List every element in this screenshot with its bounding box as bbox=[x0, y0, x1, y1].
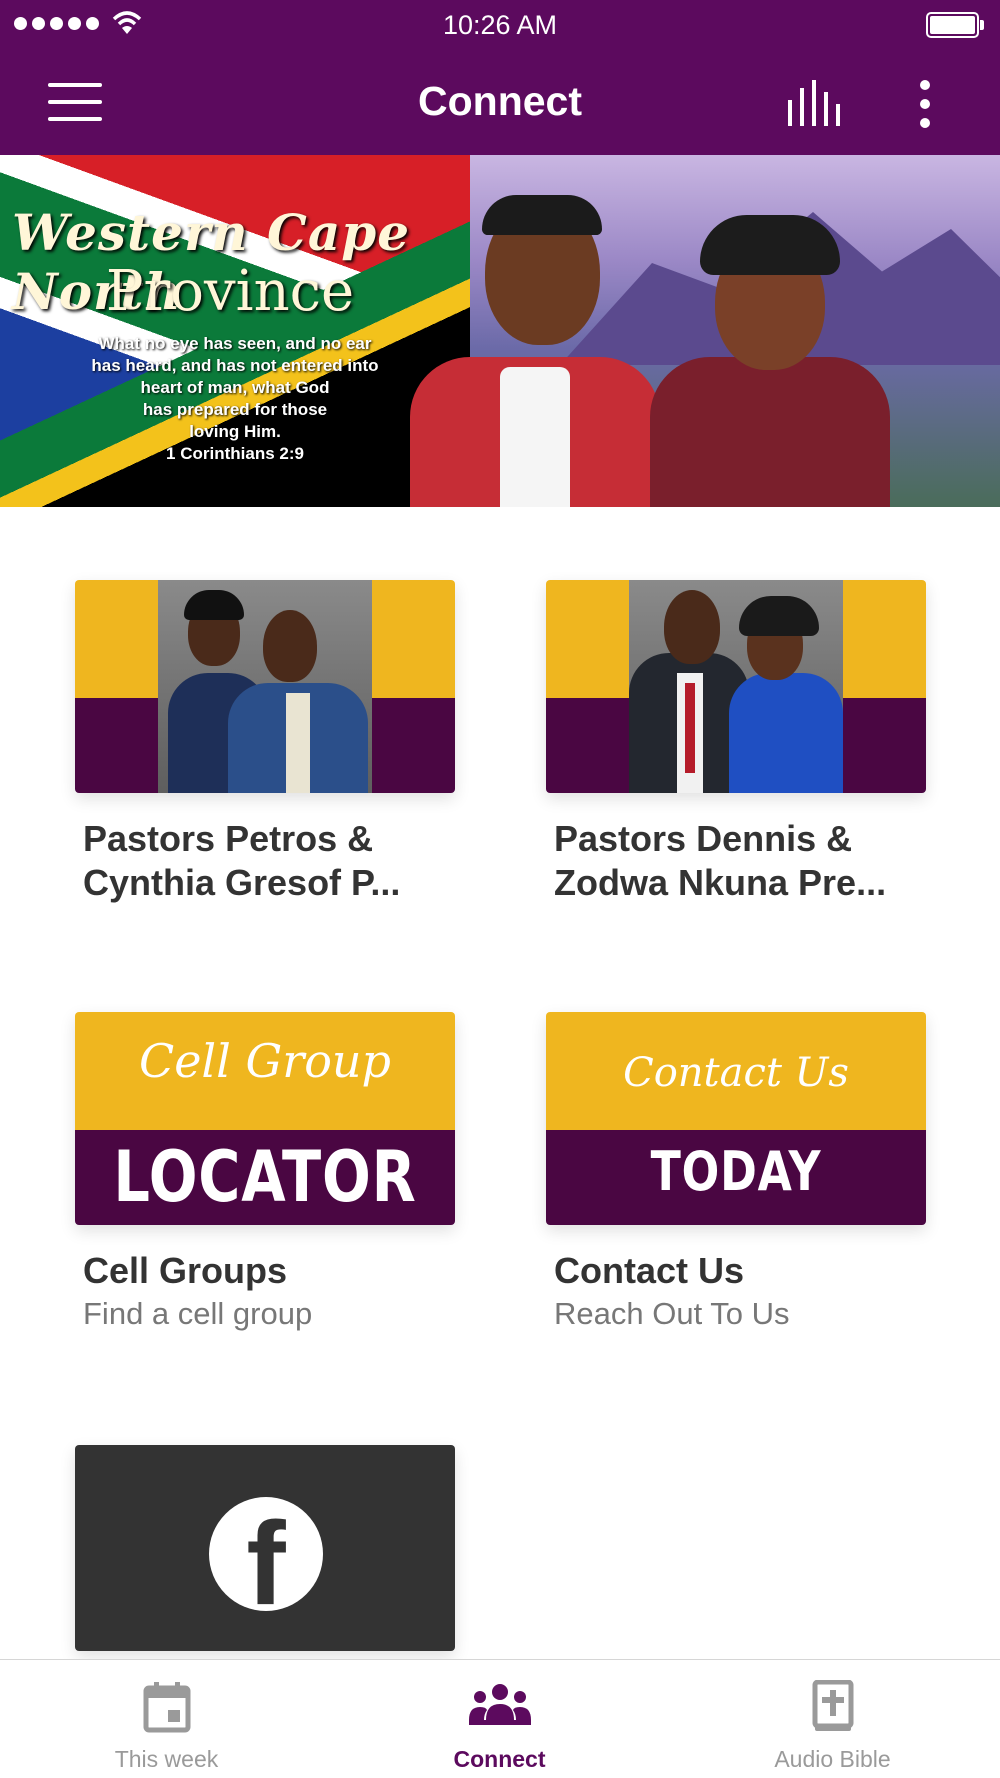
card-thumbnail: Contact Us TODAY bbox=[546, 1012, 926, 1225]
card-title: Pastors Dennis & Zodwa Nkuna Pre... bbox=[554, 818, 887, 903]
card-facebook[interactable]: f bbox=[75, 1445, 455, 1651]
banner-verse: What no eye has seen, and no ear has hea… bbox=[91, 334, 379, 463]
page-title: Connect bbox=[418, 78, 582, 124]
card-title: Cell Groups bbox=[83, 1250, 288, 1291]
battery-icon bbox=[926, 12, 984, 38]
tab-label: Connect bbox=[453, 1746, 546, 1772]
banner-person-woman bbox=[640, 205, 900, 507]
banner-title: Province bbox=[105, 259, 355, 324]
card-thumbnail: Cell Group LOCATOR bbox=[75, 1012, 455, 1225]
card-subtitle: Find a cell group bbox=[83, 1296, 313, 1331]
header-banner[interactable]: Western Cape North Province What no eye … bbox=[0, 155, 1000, 507]
card-thumbnail bbox=[75, 580, 455, 793]
people-group-icon bbox=[468, 1684, 531, 1725]
card-thumbnail bbox=[546, 580, 926, 793]
status-bar: 10:26 AM bbox=[0, 0, 1000, 50]
thumb-block-text: LOCATOR bbox=[113, 1136, 417, 1218]
card-pastors-dennis[interactable]: Pastors Dennis & Zodwa Nkuna Pre... bbox=[546, 580, 926, 905]
tab-this-week[interactable]: This week bbox=[0, 1660, 333, 1778]
nav-bar: Connect bbox=[0, 50, 1000, 155]
thumb-block-text: TODAY bbox=[650, 1140, 822, 1203]
bible-icon bbox=[812, 1680, 853, 1731]
audio-bars-icon[interactable] bbox=[786, 80, 846, 126]
thumb-script-text: Contact Us bbox=[623, 1050, 849, 1096]
card-title: Pastors Petros & Cynthia Gresof P... bbox=[83, 818, 401, 903]
pastors-photo bbox=[158, 580, 372, 793]
status-time: 10:26 AM bbox=[442, 10, 558, 40]
tab-label: This week bbox=[114, 1746, 219, 1772]
card-pastors-petros[interactable]: Pastors Petros & Cynthia Gresof P... bbox=[75, 580, 455, 905]
calendar-icon bbox=[143, 1682, 190, 1733]
tab-audio-bible[interactable]: Audio Bible bbox=[666, 1660, 999, 1778]
tab-connect[interactable]: Connect bbox=[333, 1660, 666, 1778]
tab-label: Audio Bible bbox=[774, 1746, 891, 1772]
card-subtitle: Reach Out To Us bbox=[554, 1296, 790, 1331]
pastors-photo bbox=[629, 580, 843, 793]
card-cell-groups[interactable]: Cell Group LOCATOR Cell Groups Find a ce… bbox=[75, 1012, 455, 1335]
card-contact-us[interactable]: Contact Us TODAY Contact Us Reach Out To… bbox=[546, 1012, 926, 1335]
more-options-icon[interactable] bbox=[908, 76, 942, 130]
thumb-script-text: Cell Group bbox=[139, 1034, 391, 1088]
card-thumbnail: f bbox=[75, 1445, 455, 1651]
card-title: Contact Us bbox=[554, 1250, 745, 1291]
facebook-icon: f bbox=[209, 1497, 323, 1623]
tab-bar: This week Connect Audio Bible bbox=[0, 1659, 1000, 1778]
